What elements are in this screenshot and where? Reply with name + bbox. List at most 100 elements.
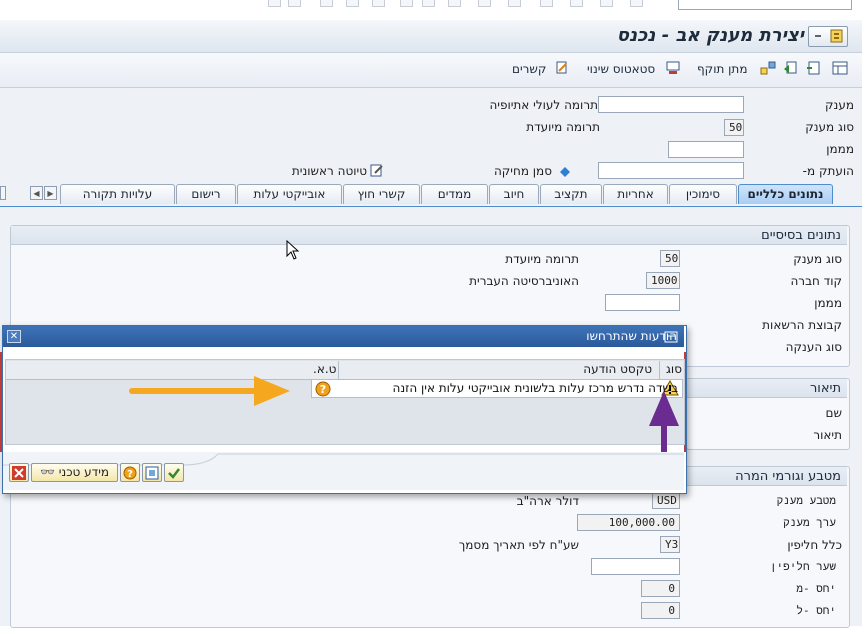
copied-from-label: הועתק מ-: [802, 164, 854, 178]
new-document-icon[interactable]: [806, 61, 822, 78]
company-code-label: קוד חברה: [790, 274, 842, 288]
toolbar-icon[interactable]: [508, 0, 521, 7]
technical-info-button[interactable]: מידע טכני 👓: [31, 463, 118, 482]
auth-group-label: קבוצת הרשאות: [762, 318, 842, 332]
sponsor-label: מממן: [826, 142, 854, 156]
toolbar-icon[interactable]: [268, 0, 281, 7]
cancel-icon: [12, 466, 26, 480]
status-change-button[interactable]: סטאטוס שינוי: [587, 61, 655, 77]
company-code-field[interactable]: 1000: [646, 272, 680, 289]
toolbar-icon[interactable]: [630, 0, 643, 7]
tab-overhead-costs[interactable]: עלויות תקורה: [60, 184, 175, 204]
grant-type-desc: תרומה מיועדת: [526, 120, 600, 134]
ratio-to-label: יחס -ל: [796, 604, 836, 617]
confirm-button[interactable]: [164, 463, 184, 482]
exchange-rule-label: כלל חליפין: [787, 538, 842, 552]
validate-button[interactable]: מתן תוקף: [697, 61, 747, 77]
grant-value-field[interactable]: 100,000.00: [577, 514, 680, 531]
long-text-button[interactable]: [142, 463, 162, 482]
toolbar-icon[interactable]: [288, 0, 301, 7]
ratio-from-label: יחס -מ: [796, 582, 836, 595]
edit-pencil-icon: [370, 163, 384, 180]
relations-label: קשרים: [512, 62, 547, 76]
tab-general-data[interactable]: נתונים כלליים: [738, 184, 833, 204]
help-button[interactable]: ?: [120, 463, 140, 482]
help-button-icon: ?: [123, 466, 137, 480]
tab-posting[interactable]: רישום: [176, 184, 236, 204]
col-type[interactable]: סוג: [666, 362, 682, 376]
col-ltx[interactable]: ט.א.: [313, 362, 336, 376]
copied-from-field[interactable]: [598, 162, 744, 179]
tab-nav-prev[interactable]: ◀: [30, 186, 43, 200]
col-message-text[interactable]: טקסט הודעה: [583, 362, 652, 376]
dialog-title: הודעות שהתרחשו: [586, 329, 677, 343]
ratio-from-field[interactable]: 0: [641, 580, 680, 597]
orange-arrow-icon: [128, 374, 293, 411]
sponsor-field[interactable]: [668, 141, 744, 158]
menu-icon: [815, 29, 843, 43]
grant-field[interactable]: [598, 96, 744, 113]
tab-budget[interactable]: תקציב: [540, 184, 602, 204]
toolbar-icon[interactable]: [570, 0, 583, 7]
dialog-title-bar: [3, 326, 684, 347]
help-icon[interactable]: ?: [315, 381, 331, 400]
tab-external-relations[interactable]: קשרי חוץ: [343, 184, 420, 204]
toolbar-icon[interactable]: [346, 0, 359, 7]
toolbar-icon[interactable]: [400, 0, 413, 7]
description-title: תיאור: [687, 379, 847, 398]
relations-button[interactable]: קשרים: [512, 61, 546, 77]
toolbar-icon[interactable]: [600, 0, 613, 7]
grant-type-field[interactable]: 50: [724, 119, 744, 136]
toolbar-icon[interactable]: [448, 0, 461, 7]
tab-references[interactable]: סימוכין: [669, 184, 737, 204]
relations-icon[interactable]: [555, 61, 569, 78]
currency-label: מטבע מענק: [776, 494, 836, 507]
command-field[interactable]: [678, 0, 852, 10]
basic-type-field[interactable]: 50: [660, 250, 680, 267]
grant-type-label: סוג מענק: [805, 120, 854, 134]
tab-dimensions[interactable]: ממדים: [421, 184, 488, 204]
svg-text:?: ?: [127, 469, 133, 480]
basic-sponsor-field[interactable]: [605, 294, 680, 311]
hierarchy-icon[interactable]: [760, 61, 776, 78]
validate-label: מתן תוקף: [697, 62, 748, 76]
basic-sponsor-label: מממן: [814, 296, 842, 310]
ratio-to-field[interactable]: 0: [641, 602, 680, 619]
svg-text:?: ?: [320, 383, 326, 396]
long-text-icon: [145, 466, 159, 480]
status-change-icon[interactable]: [666, 61, 680, 78]
grant-kind-label: סוג הענקה: [785, 340, 842, 354]
tab-cost-objects[interactable]: אובייקטי עלות: [237, 184, 342, 204]
basic-data-title: נתונים בסיסיים: [11, 226, 847, 245]
layout-icon[interactable]: [832, 61, 848, 78]
basic-type-desc: תרומה מיועדת: [505, 252, 579, 266]
checkmark-icon: [168, 468, 180, 479]
exchange-rate-label: שער חליפין: [769, 560, 836, 573]
exchange-rule-field[interactable]: Y3: [660, 536, 680, 553]
currency-field[interactable]: USD: [652, 492, 680, 509]
tab-nav-first[interactable]: [0, 186, 6, 200]
exchange-rate-field[interactable]: [591, 558, 680, 575]
toolbar-icon[interactable]: [540, 0, 553, 7]
draft-label: טיוטה ראשונית: [291, 164, 367, 178]
tab-billing[interactable]: חיוב: [489, 184, 539, 204]
exchange-rule-desc: שע"ח לפי תאריך מסמך: [458, 538, 579, 552]
toolbar-icon[interactable]: [320, 0, 333, 7]
status-change-label: סטאטוס שינוי: [587, 62, 656, 76]
copy-document-icon[interactable]: [782, 61, 798, 78]
cancel-button[interactable]: [9, 463, 29, 482]
window-title: יצירת מענק אב - נכנס: [616, 25, 804, 46]
menu-button[interactable]: [808, 26, 848, 47]
tab-responsibility[interactable]: אחריות: [603, 184, 668, 204]
grant-value-label: ערך מענק: [783, 516, 836, 529]
technical-info-label: מידע טכני: [58, 465, 110, 479]
header-subtitle: תרומה לעולי אתיופיה: [489, 98, 598, 112]
mouse-cursor-icon: [286, 239, 300, 263]
dialog-close-icon[interactable]: ✕: [7, 330, 21, 343]
company-code-desc: האוניברסיטה העברית: [469, 274, 579, 288]
tab-nav-next[interactable]: ▶: [44, 186, 57, 200]
toolbar-icon[interactable]: [372, 0, 385, 7]
toolbar-icon[interactable]: [422, 0, 435, 7]
toolbar-icon[interactable]: [478, 0, 491, 7]
glasses-icon: 👓: [39, 465, 55, 479]
